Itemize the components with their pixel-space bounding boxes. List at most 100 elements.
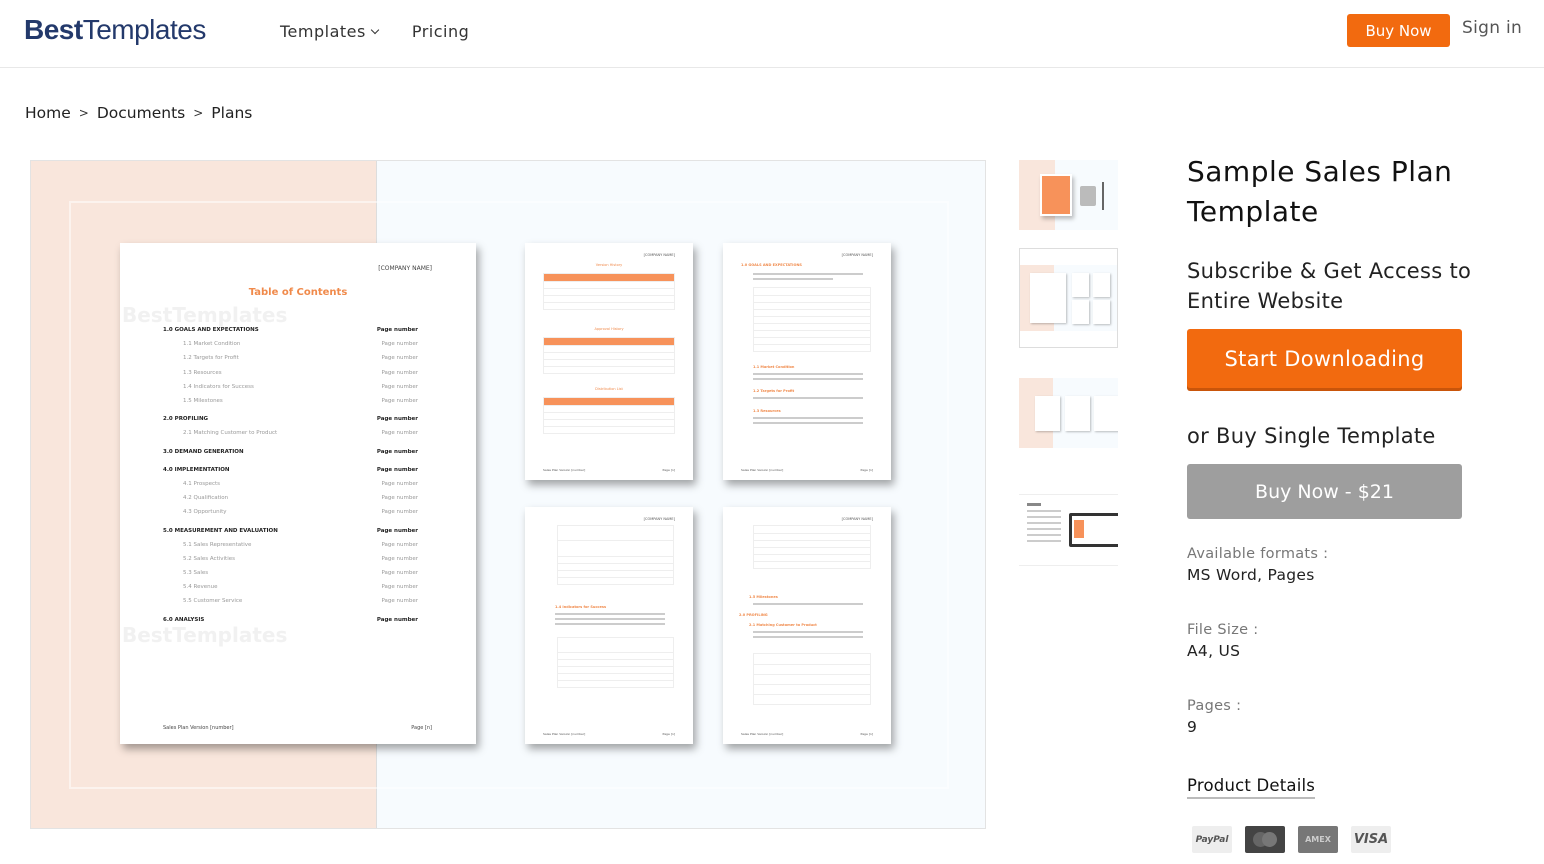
subhead: 2.1 Matching Customer to Product xyxy=(749,623,817,627)
breadcrumb-documents[interactable]: Documents xyxy=(97,104,185,122)
toc-row: 5.0 MEASUREMENT AND EVALUATION Page numbe… xyxy=(163,523,418,537)
toc-page-number: Page number xyxy=(381,495,418,502)
text-line xyxy=(753,631,863,633)
footer-page: Page [n] xyxy=(860,468,873,472)
buy-single-button[interactable]: Buy Now - $21 xyxy=(1187,464,1462,519)
mini-page xyxy=(1094,396,1118,431)
footer-page: Page [n] xyxy=(860,732,873,736)
product-details-link[interactable]: Product Details xyxy=(1187,776,1316,799)
breadcrumb-separator: > xyxy=(193,106,204,120)
subhead: 1.3 Resources xyxy=(753,409,781,413)
toc-page-number: Page number xyxy=(381,480,418,487)
goals-heading: 1.0 GOALS AND EXPECTATIONS xyxy=(741,263,802,267)
nav-templates[interactable]: Templates xyxy=(280,22,380,41)
toc-page-number: Page number xyxy=(381,555,418,562)
or-buy-text: or Buy Single Template xyxy=(1187,424,1436,448)
breadcrumb-plans[interactable]: Plans xyxy=(211,104,252,122)
text-line xyxy=(753,273,863,275)
mini-page xyxy=(1072,300,1089,324)
quarter-table xyxy=(753,525,871,569)
nav-pricing[interactable]: Pricing xyxy=(412,22,469,41)
toc-row: 1.2 Targets for Profit Page number xyxy=(163,351,418,365)
text-line xyxy=(753,373,863,375)
laptop-icon xyxy=(1069,513,1118,547)
thumbnail-features[interactable] xyxy=(1019,494,1118,566)
mini-page xyxy=(1093,273,1110,297)
main-preview-image[interactable]: [COMPANY NAME] Table of Contents BestTem… xyxy=(30,160,986,829)
toc-page-number: Page number xyxy=(381,355,418,362)
toc-page: [COMPANY NAME] Table of Contents BestTem… xyxy=(120,243,476,744)
company-name: [COMPANY NAME] xyxy=(841,517,873,521)
feature-line xyxy=(1027,516,1061,518)
toc-page-number: Page number xyxy=(381,509,418,516)
toc-row: 5.4 Revenue Page number xyxy=(163,580,418,594)
toc-row: 4.1 Prospects Page number xyxy=(163,477,418,491)
toc-page-number: Page number xyxy=(376,527,418,534)
resources-table xyxy=(557,525,674,585)
toc-label: 1.5 Milestones xyxy=(183,398,223,405)
approval-history-table xyxy=(543,337,675,374)
nav-pricing-label: Pricing xyxy=(411,22,470,41)
subhead: 1.2 Targets for Profit xyxy=(753,389,795,393)
pen-icon xyxy=(1102,182,1104,210)
toc-page-number: Page number xyxy=(381,598,418,605)
start-downloading-button[interactable]: Start Downloading xyxy=(1187,329,1462,388)
filesize-value: A4, US xyxy=(1187,642,1241,660)
text-line xyxy=(753,278,833,280)
toc-label: 1.1 Market Condition xyxy=(183,341,241,348)
cover-book xyxy=(1040,174,1072,216)
resources-page: [COMPANY NAME] 1.4 Indicators for Succes… xyxy=(525,507,693,744)
logo[interactable]: BestTemplates xyxy=(24,14,206,46)
mini-page xyxy=(1072,273,1089,297)
toc-row: 1.0 GOALS AND EXPECTATIONS Page number xyxy=(163,323,418,337)
subhead: 1.5 Milestones xyxy=(749,595,778,599)
chevron-down-icon xyxy=(370,25,380,34)
toc-label: 5.1 Sales Representative xyxy=(183,541,252,548)
footer-version: Sales Plan Version [number] xyxy=(543,732,586,736)
paypal-icon: PayPal xyxy=(1192,826,1232,853)
toc-label: 4.1 Prospects xyxy=(183,480,221,487)
text-line xyxy=(555,618,665,620)
toc-row: 1.1 Market Condition Page number xyxy=(163,337,418,351)
text-line xyxy=(753,422,863,424)
thumbnail-pages-overview[interactable] xyxy=(1019,248,1118,348)
toc-row: 5.1 Sales Representative Page number xyxy=(163,538,418,552)
toc-label: 2.1 Matching Customer to Product xyxy=(183,430,278,437)
text-line xyxy=(753,397,863,399)
logo-bold: Best xyxy=(24,14,83,45)
toc-label: 1.3 Resources xyxy=(183,369,222,376)
feature-line xyxy=(1027,510,1061,512)
toc-page-number: Page number xyxy=(381,430,418,437)
subhead: 2.0 PROFILING xyxy=(739,613,768,617)
toc-row: 2.0 PROFILING Page number xyxy=(163,412,418,426)
header-buy-now-button[interactable]: Buy Now xyxy=(1347,14,1450,47)
toc-label: 5.5 Customer Service xyxy=(183,598,243,605)
breadcrumb: Home > Documents > Plans xyxy=(25,104,252,122)
toc-row: 1.3 Resources Page number xyxy=(163,366,418,380)
approval-history-title: Approval History xyxy=(594,327,624,331)
thumbnail-cover[interactable] xyxy=(1019,160,1118,230)
product-info-panel: Sample Sales Plan Template Subscribe & G… xyxy=(1187,152,1507,853)
feature-line xyxy=(1027,534,1061,536)
toc-page-number: Page number xyxy=(381,369,418,376)
sign-in-link[interactable]: Sign in xyxy=(1462,18,1522,38)
thumbnail-inner-pages[interactable] xyxy=(1019,378,1118,450)
footer-page: Page [n] xyxy=(662,468,675,472)
formats-value: MS Word, Pages xyxy=(1187,566,1315,584)
page-footer: Sales Plan Version [number] Page [n] xyxy=(741,468,873,472)
toc-label: 4.3 Opportunity xyxy=(183,509,227,516)
goals-page: [COMPANY NAME] 1.0 GOALS AND EXPECTATION… xyxy=(723,243,891,480)
toc-row: 5.5 Customer Service Page number xyxy=(163,594,418,608)
toc-row: 4.0 IMPLEMENTATION Page number xyxy=(163,463,418,477)
mastercard-icon xyxy=(1245,826,1285,853)
toc-page-number: Page number xyxy=(376,466,418,473)
text-line xyxy=(753,603,863,605)
toc-page-number: Page number xyxy=(376,327,418,334)
page-footer: Sales Plan Version [number] Page [n] xyxy=(543,468,675,472)
footer-version: Sales Plan Version [number] xyxy=(543,468,586,472)
history-page: [COMPANY NAME] Version History Approval … xyxy=(525,243,693,480)
page-footer: Sales Plan Version [number] Page [n] xyxy=(543,732,675,736)
breadcrumb-home[interactable]: Home xyxy=(25,104,71,122)
subscribe-text: Subscribe & Get Access to Entire Website xyxy=(1187,259,1472,313)
formats-label: Available formats : xyxy=(1187,546,1329,562)
